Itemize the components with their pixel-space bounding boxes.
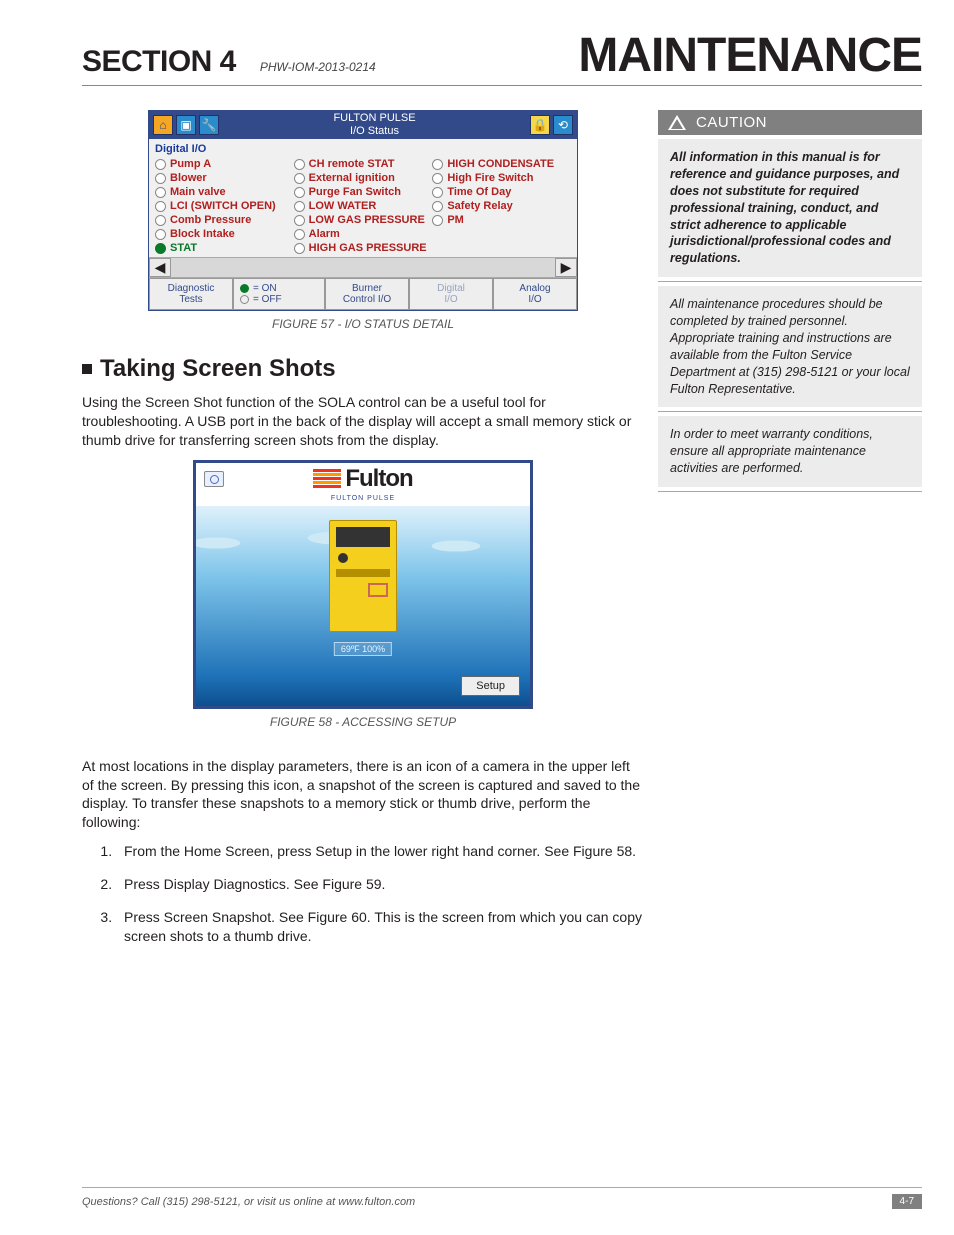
doc-code: PHW-IOM-2013-0214 [260, 60, 376, 74]
lock-icon[interactable]: 🔒 [530, 115, 550, 135]
step-item: Press Display Diagnostics. See Figure 59… [116, 875, 644, 894]
io-item: PM [432, 213, 571, 227]
figure-57-caption: FIGURE 57 - I/O STATUS DETAIL [82, 317, 644, 331]
radio-indicator-icon [294, 201, 305, 212]
radio-indicator-icon [155, 201, 166, 212]
io-item: HIGH CONDENSATE [432, 157, 571, 171]
io-item: Comb Pressure [155, 213, 294, 227]
section-label: SECTION 4 [82, 45, 236, 79]
radio-indicator-icon [155, 215, 166, 226]
radio-indicator-icon [155, 229, 166, 240]
radio-indicator-icon [294, 215, 305, 226]
radio-indicator-icon [294, 187, 305, 198]
caution-block-1: All information in this manual is for re… [658, 139, 922, 277]
io-item: External ignition [294, 171, 433, 185]
caution-block-3: In order to meet warranty conditions, en… [658, 416, 922, 487]
io-item: Time Of Day [432, 185, 571, 199]
back-icon[interactable]: ⟲ [553, 115, 573, 135]
logo-subtitle: FULTON PULSE [196, 495, 530, 506]
screen-title: FULTON PULSE I/O Status [219, 112, 530, 137]
status-readout: 69ºF 100% [334, 642, 392, 656]
nav-right-icon[interactable]: ▶ [555, 258, 577, 277]
subheading: Taking Screen Shots [82, 355, 644, 383]
radio-indicator-icon [155, 187, 166, 198]
io-item: Alarm [294, 227, 433, 241]
radio-indicator-icon [432, 159, 443, 170]
io-item: High Fire Switch [432, 171, 571, 185]
page-footer: Questions? Call (315) 298-5121, or visit… [82, 1187, 922, 1209]
tab-diagnostic[interactable]: DiagnosticTests [149, 278, 233, 310]
group-label: Digital I/O [155, 143, 571, 155]
wrench-icon[interactable]: 🔧 [199, 115, 219, 135]
home-icon[interactable]: ⌂ [153, 115, 173, 135]
io-item: HIGH GAS PRESSURE [294, 241, 433, 255]
figure-58-caption: FIGURE 58 - ACCESSING SETUP [82, 715, 644, 729]
step-item: From the Home Screen, press Setup in the… [116, 842, 644, 861]
radio-indicator-icon [432, 173, 443, 184]
figure-58-screen: Fulton FULTON PULSE 69ºF 100% Setup [193, 460, 533, 709]
radio-indicator-icon [432, 201, 443, 212]
tab-burner[interactable]: BurnerControl I/O [325, 278, 409, 310]
io-item: CH remote STAT [294, 157, 433, 171]
io-item: Blower [155, 171, 294, 185]
caution-header: CAUTION [658, 110, 922, 135]
setup-button[interactable]: Setup [461, 676, 520, 696]
io-item: Safety Relay [432, 199, 571, 213]
io-item: LOW WATER [294, 199, 433, 213]
tab-analog[interactable]: AnalogI/O [493, 278, 577, 310]
footer-contact: Questions? Call (315) 298-5121, or visit… [82, 1196, 415, 1208]
io-item: Purge Fan Switch [294, 185, 433, 199]
io-item: LOW GAS PRESSURE [294, 213, 433, 227]
caution-block-2: All maintenance procedures should be com… [658, 286, 922, 407]
radio-indicator-icon [155, 243, 166, 254]
legend: = ON= OFF [233, 278, 325, 310]
paragraph-1: Using the Screen Shot function of the SO… [82, 393, 644, 450]
io-item: Pump A [155, 157, 294, 171]
step-item: Press Screen Snapshot. See Figure 60. Th… [116, 908, 644, 946]
io-item: STAT [155, 241, 294, 255]
radio-indicator-icon [155, 159, 166, 170]
camera-icon[interactable] [204, 471, 224, 487]
tab-digital[interactable]: DigitalI/O [409, 278, 493, 310]
io-item: Main valve [155, 185, 294, 199]
radio-indicator-icon [294, 173, 305, 184]
warning-triangle-icon [668, 115, 686, 130]
page-number: 4-7 [892, 1194, 922, 1209]
io-item: Block Intake [155, 227, 294, 241]
io-item: LCI (SWITCH OPEN) [155, 199, 294, 213]
figure-57-screen: ⌂ ▣ 🔧 FULTON PULSE I/O Status 🔒 ⟲ Digita… [148, 110, 578, 311]
paragraph-2: At most locations in the display paramet… [82, 757, 644, 833]
device-illustration [329, 520, 397, 632]
radio-indicator-icon [432, 215, 443, 226]
folder-icon[interactable]: ▣ [176, 115, 196, 135]
radio-indicator-icon [294, 229, 305, 240]
bullet-square-icon [82, 364, 92, 374]
fulton-logo: Fulton [313, 465, 412, 493]
radio-indicator-icon [294, 159, 305, 170]
steps-list: From the Home Screen, press Setup in the… [116, 842, 644, 946]
nav-left-icon[interactable]: ◀ [149, 258, 171, 277]
page-title: MAINTENANCE [578, 28, 922, 83]
page-header: SECTION 4 PHW-IOM-2013-0214 MAINTENANCE [82, 28, 922, 86]
radio-indicator-icon [155, 173, 166, 184]
radio-indicator-icon [294, 243, 305, 254]
radio-indicator-icon [432, 187, 443, 198]
